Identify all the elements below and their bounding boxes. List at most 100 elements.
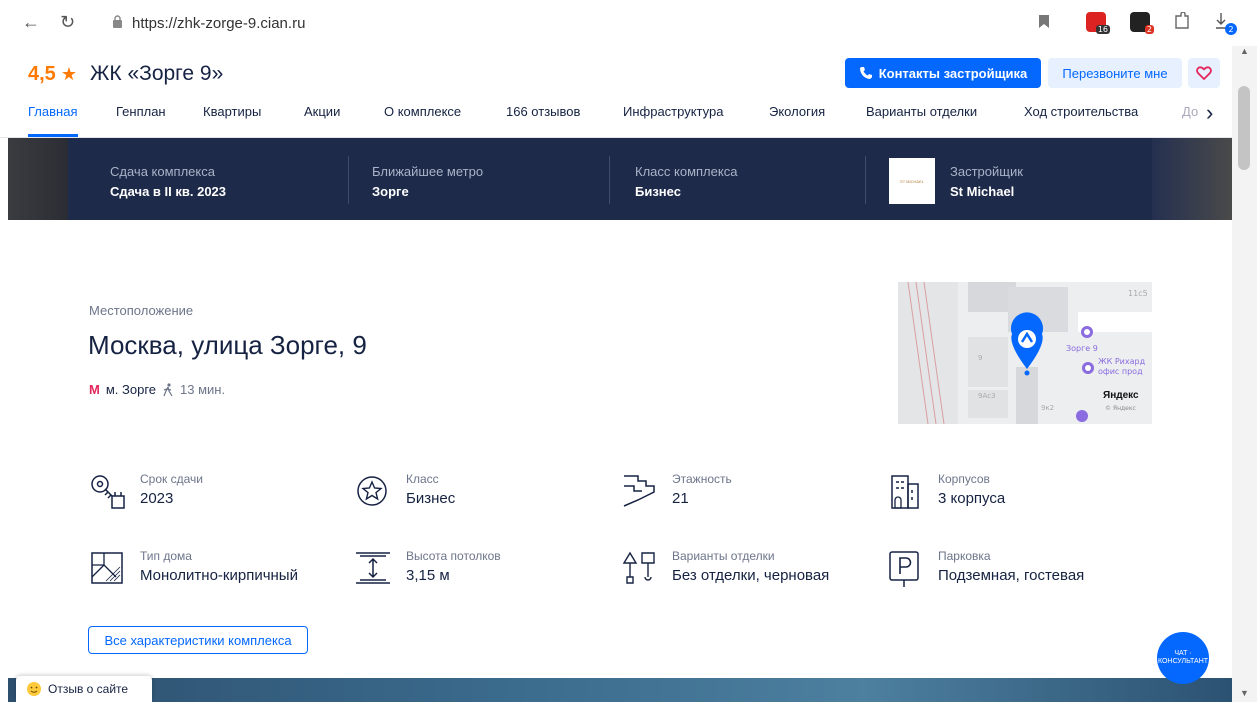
back-arrow-icon[interactable]: ←	[22, 12, 40, 33]
walk-time: 13 мин.	[180, 382, 226, 397]
map-label: офис прод	[1098, 367, 1143, 376]
favorite-button[interactable]	[1188, 58, 1220, 88]
brush-icon	[622, 551, 655, 584]
feature-value: 21	[672, 490, 689, 507]
metro-station: м. Зорге	[105, 382, 157, 397]
scroll-down-icon[interactable]: ▼	[1240, 688, 1249, 698]
feature-label: Варианты отделки	[672, 549, 775, 563]
keys-icon	[91, 475, 125, 509]
tab-infrastructure[interactable]: Инфраструктура	[623, 104, 723, 119]
feature-label: Тип дома	[140, 549, 192, 563]
page-title: ЖК «Зорге 9»	[90, 62, 224, 85]
divider	[865, 156, 866, 204]
map-canvas: 11с5 9 9Ас3 9к2 Зорге 9 ЖК Рихард офис п…	[898, 282, 1152, 424]
developer-logo[interactable]: ST MICHAEL	[889, 158, 935, 204]
map-copyright: © Яндекс	[1105, 405, 1136, 412]
info-value: St Michael	[950, 184, 1015, 199]
gallery-preview	[8, 678, 1232, 702]
feature-value: Монолитно-кирпичный	[140, 567, 298, 584]
feature-label: Корпусов	[938, 472, 990, 486]
puzzle-icon[interactable]	[1172, 12, 1192, 32]
reload-icon[interactable]: ↻	[60, 12, 75, 33]
address: Москва, улица Зорге, 9	[88, 330, 367, 360]
star-badge-icon	[357, 476, 387, 506]
parking-icon	[889, 551, 919, 587]
scroll-thumb[interactable]	[1238, 86, 1250, 170]
tab-reviews[interactable]: 166 отзывов	[506, 104, 580, 119]
chevron-right-icon[interactable]: ›	[1206, 100, 1213, 126]
tab-about[interactable]: О комплексе	[384, 104, 461, 119]
rating[interactable]: 4,5 ★	[28, 63, 77, 86]
metro-info: М м. Зорге 13 мин.	[89, 382, 225, 397]
background-photo	[8, 138, 68, 220]
info-metro: Ближайшее метро Зорге	[372, 164, 483, 199]
download-icon[interactable]: 2	[1212, 10, 1238, 36]
section-tabs: Главная Генплан Квартиры Акции О комплек…	[0, 100, 1232, 138]
address-bar[interactable]: https://zhk-zorge-9.cian.ru	[132, 15, 305, 32]
map-label: 9к2	[1041, 404, 1054, 412]
developer-logo-text: ST MICHAEL	[900, 178, 924, 184]
chat-consultant-button[interactable]: ЧАТ · КОНСУЛЬТАНТ	[1157, 632, 1209, 684]
background-photo	[1152, 138, 1232, 220]
page-scrollbar[interactable]: ▲ ▼	[1232, 46, 1257, 702]
feedback-label: Отзыв о сайте	[48, 682, 129, 696]
buildings-icon	[891, 475, 919, 509]
site-feedback-button[interactable]: Отзыв о сайте	[16, 676, 152, 702]
all-characteristics-button[interactable]: Все характеристики комплекса	[88, 626, 308, 654]
tab-construction[interactable]: Ход строительства	[1024, 104, 1138, 119]
wall-icon	[91, 552, 123, 584]
yandex-logo: Яндекс	[1103, 390, 1139, 401]
stairs-icon	[623, 475, 655, 507]
walking-icon	[163, 382, 173, 396]
feature-label: Класс	[406, 472, 439, 486]
extension-icon[interactable]: 16	[1086, 12, 1110, 34]
lock-icon	[113, 15, 122, 28]
heart-icon	[1196, 66, 1212, 80]
map-label: 9Ас3	[978, 392, 996, 400]
location-label: Местоположение	[89, 303, 194, 318]
download-badge: 2	[1228, 25, 1233, 34]
developer-contacts-button[interactable]: Контакты застройщика	[845, 58, 1041, 88]
project-header: 4,5 ★ ЖК «Зорге 9» Контакты застройщика …	[0, 46, 1232, 138]
info-class: Класс комплекса Бизнес	[635, 164, 737, 199]
feature-value: 2023	[140, 490, 174, 507]
extension-badge: 2	[1144, 25, 1154, 34]
scroll-up-icon[interactable]: ▲	[1240, 46, 1249, 56]
active-tab-indicator	[28, 134, 78, 137]
feature-label: Этажность	[672, 472, 732, 486]
tab-main[interactable]: Главная	[28, 104, 77, 119]
info-label: Застройщик	[950, 164, 1023, 179]
info-developer[interactable]: Застройщик St Michael	[950, 164, 1023, 199]
divider	[609, 156, 610, 204]
map-label: 9	[978, 354, 982, 362]
bookmark-icon[interactable]	[1038, 14, 1050, 29]
phone-icon	[859, 67, 872, 79]
map-label: ЖК Рихард	[1098, 357, 1146, 366]
tab-finishing[interactable]: Варианты отделки	[866, 104, 977, 119]
tab-more[interactable]: До	[1182, 104, 1198, 119]
developer-contacts-label: Контакты застройщика	[878, 65, 1028, 81]
smiley-icon	[27, 682, 41, 696]
divider	[348, 156, 349, 204]
tab-promotions[interactable]: Акции	[304, 104, 340, 119]
info-label: Сдача комплекса	[110, 164, 215, 179]
info-value: Сдача в II кв. 2023	[110, 184, 227, 199]
info-label: Класс комплекса	[635, 164, 738, 179]
tab-ecology[interactable]: Экология	[769, 104, 825, 119]
feature-label: Срок сдачи	[140, 472, 203, 486]
info-value: Бизнес	[635, 184, 681, 199]
location-map[interactable]: 11с5 9 9Ас3 9к2 Зорге 9 ЖК Рихард офис п…	[898, 282, 1152, 424]
map-label: 11с5	[1128, 289, 1148, 298]
metro-icon: М	[89, 382, 100, 397]
extension-icon[interactable]: 2	[1130, 12, 1154, 34]
feature-label: Парковка	[938, 549, 991, 563]
feature-label: Высота потолков	[406, 549, 501, 563]
map-label: Зорге 9	[1066, 344, 1098, 353]
tab-apartments[interactable]: Квартиры	[203, 104, 261, 119]
browser-toolbar: ← ↻ https://zhk-zorge-9.cian.ru 16 2 2	[0, 0, 1257, 46]
info-completion: Сдача комплекса Сдача в II кв. 2023	[110, 164, 226, 199]
info-label: Ближайшее метро	[372, 164, 484, 179]
tab-genplan[interactable]: Генплан	[116, 104, 166, 119]
feature-value: 3,15 м	[406, 567, 450, 584]
callback-button[interactable]: Перезвоните мне	[1048, 58, 1182, 88]
